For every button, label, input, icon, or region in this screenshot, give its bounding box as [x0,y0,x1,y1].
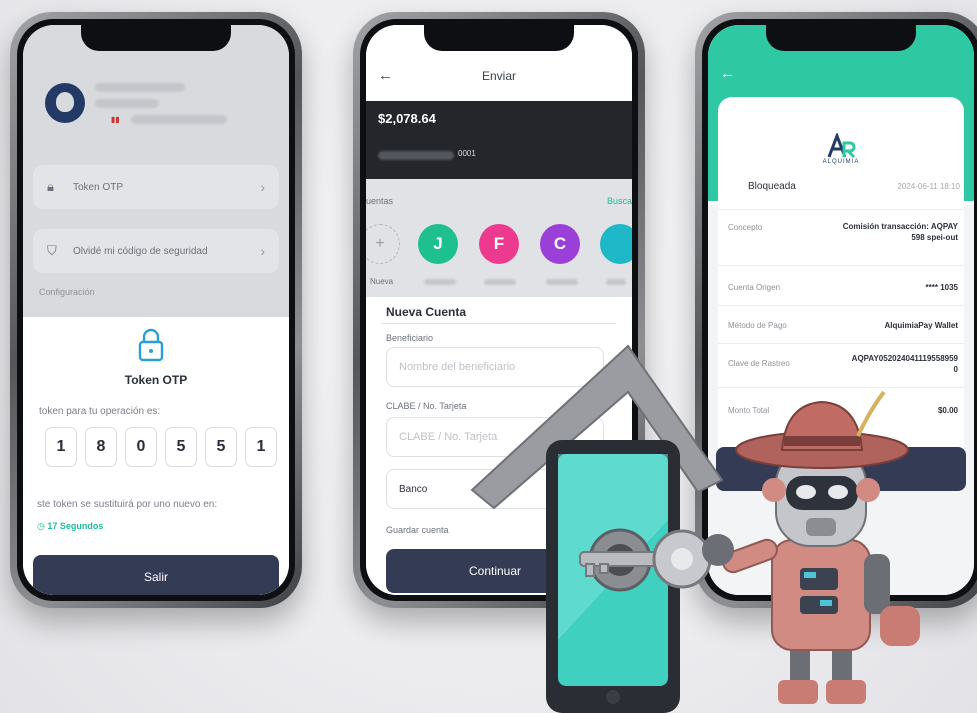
menu-item-token-otp[interactable]: 🔒︎ Token OTP › [33,165,279,209]
balance-amount: $2,078.64 [378,111,436,126]
blurred-contact-name [484,279,516,285]
bank-select[interactable]: Banco [386,469,604,509]
otp-description: token para tu operación es: [39,406,161,417]
form-title: Nueva Cuenta [386,305,467,319]
otp-digit: 1 [45,427,77,467]
detail-label: Cuenta Origen [728,283,781,292]
detail-label: Concepto [728,223,763,232]
shield-icon: ⛉ [47,243,57,258]
contacts-label: uentas [366,196,394,206]
page-title: Enviar [481,69,516,83]
detail-value: **** 1035 [925,283,958,292]
divider [718,209,964,210]
otp-digit: 5 [205,427,237,467]
bank-select-label: Banco [399,483,428,495]
detail-value: AQPAY0520240411195589590 [851,354,958,374]
search-link[interactable]: Busca [607,196,632,206]
otp-timer: ◷ 17 Segundos [37,521,103,532]
lock-small-icon: 🔒︎ [47,179,54,194]
contact-avatar[interactable]: F [479,224,519,264]
back-arrow-icon[interactable]: ← [720,65,735,82]
phone-notch [81,25,231,51]
continue-button[interactable]: Continuar [386,549,604,593]
otp-expiry-note: ste token se sustituirá por uno nuevo en… [37,499,218,510]
blurred-name [95,83,185,92]
blurred-contact-name [424,279,456,285]
blurred-contact-name [546,279,578,285]
divider [382,323,616,324]
clock-icon: ◷ [37,521,48,531]
transaction-screen: ← ALQUIMIA Bloqueada 2024-06-11 18:10 Co… [708,25,974,595]
detail-value: Comisión transacción: AQPAY 598 spei-out [842,222,958,242]
status-badge: Bloqueada [748,181,796,192]
phone-otp-screen: ▮▮ 🔒︎ Token OTP › ⛉ Olvidé mi código de … [10,12,302,608]
otp-digit: 5 [165,427,197,467]
send-screen: ← Enviar $2,078.64 0001 uentas Busca + J… [366,25,632,595]
card-number-suffix: 0001 [458,149,476,158]
menu-item-label: Olvidé mi código de seguridad [73,245,208,257]
otp-digit: 1 [245,427,277,467]
otp-digit: 8 [85,427,117,467]
clabe-label: CLABE / No. Tarjeta [386,401,467,411]
divider [718,265,964,266]
otp-screen: ▮▮ 🔒︎ Token OTP › ⛉ Olvidé mi código de … [23,25,289,595]
save-account-label[interactable]: Guardar cuenta [386,525,449,535]
clabe-input[interactable]: CLABE / No. Tarjeta [386,417,604,457]
alquimia-logo-icon [827,133,856,159]
phone-notch [424,25,574,51]
otp-timer-text: 17 Segundos [47,521,104,531]
contact-avatar[interactable] [600,224,632,264]
chevron-right-icon: › [260,179,265,195]
detail-value: AlquimiaPay Wallet [884,321,959,330]
action-button[interactable] [716,447,966,491]
otp-title: Token OTP [124,373,188,387]
blurred-account [131,115,227,124]
blurred-subtitle [95,99,159,108]
contact-avatar[interactable]: C [540,224,580,264]
phone-transaction-detail: ← ALQUIMIA Bloqueada 2024-06-11 18:10 Co… [695,12,977,608]
chevron-right-icon: › [260,243,265,259]
menu-item-label: Token OTP [73,181,124,193]
avatar[interactable] [45,83,85,123]
menu-item-forgot-code[interactable]: ⛉ Olvidé mi código de seguridad › [33,229,279,273]
beneficiary-input[interactable]: Nombre del beneficiario [386,347,604,387]
detail-label: Método de Pago [728,321,787,330]
otp-digits: 1 8 0 5 5 1 [45,427,277,467]
otp-digit: 0 [125,427,157,467]
detail-label: Clave de Rastreo [728,359,790,368]
beneficiary-label: Beneficiario [386,333,434,343]
section-title: Configuración [39,287,95,297]
divider [718,387,964,388]
new-contact-label: Nueva [370,277,394,286]
phone-send-screen: ← Enviar $2,078.64 0001 uentas Busca + J… [353,12,645,608]
flag-icon: ▮▮ [111,115,120,124]
transaction-date: 2024-06-11 18:10 [897,182,960,191]
divider [718,305,964,306]
logo-text: ALQUIMIA [822,159,860,165]
detail-value: $0.00 [937,406,958,415]
blurred-contact-name [606,279,626,285]
blurred-card-number [378,151,454,160]
contact-avatar[interactable]: J [418,224,458,264]
divider [718,343,964,344]
phone-notch [766,25,916,51]
exit-button[interactable]: Salir [33,555,279,595]
lock-icon [138,328,164,362]
detail-label: Monto Total [728,406,770,415]
